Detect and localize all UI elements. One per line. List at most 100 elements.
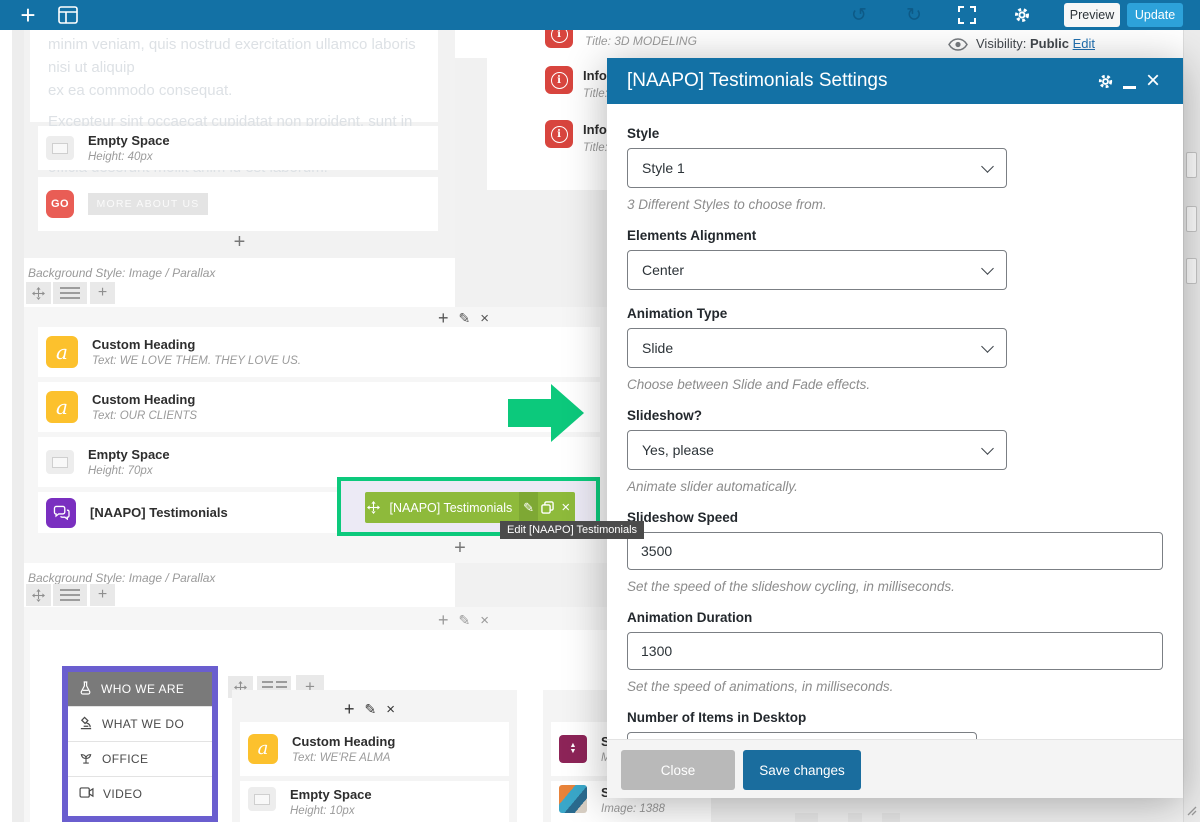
drag-move-icon[interactable]: [365, 492, 382, 523]
delete-icon[interactable]: ×: [556, 492, 575, 523]
field-animation-duration: Animation Duration Set the speed of anim…: [627, 610, 1163, 694]
chevron-down-icon: [981, 442, 994, 455]
slideshow-select[interactable]: Yes, please: [627, 430, 1007, 470]
element-empty-space[interactable]: Empty Space Height: 10px: [240, 781, 509, 822]
empty-space-icon: [46, 136, 74, 160]
right-strip-box: [1186, 206, 1197, 232]
info-box-label: Info: [583, 122, 607, 137]
animation-duration-input[interactable]: [627, 632, 1163, 670]
save-changes-button[interactable]: Save changes: [743, 750, 861, 790]
preview-button[interactable]: Preview: [1064, 3, 1120, 27]
row-layout-icon[interactable]: [53, 584, 87, 606]
chevron-down-icon: [981, 340, 994, 353]
add-element-topbar-icon[interactable]: +: [14, 0, 42, 30]
row-add-icon[interactable]: +: [90, 584, 115, 606]
edit-pencil-icon[interactable]: ✎: [519, 492, 538, 523]
chevron-down-icon: [981, 262, 994, 275]
modal-body: Style Style 1 3 Different Styles to choo…: [607, 104, 1183, 770]
right-strip-box: [1186, 152, 1197, 178]
eye-icon: [948, 38, 968, 56]
element-custom-heading[interactable]: a Custom Heading Text: WE LOVE THEM. THE…: [38, 327, 600, 377]
text-block-element[interactable]: minim veniam, quis nostrud exercitation …: [30, 30, 438, 122]
alignment-select[interactable]: Center: [627, 250, 1007, 290]
info-box-sub: Title:: [583, 88, 608, 100]
testimonials-title: [NAAPO] Testimonials: [90, 505, 228, 520]
row-layout-icon[interactable]: [53, 282, 87, 304]
add-element-icon[interactable]: +: [24, 231, 455, 254]
info-box-icon: i: [545, 66, 573, 94]
microscope-icon: [79, 716, 93, 733]
add-element-icon[interactable]: +: [430, 537, 490, 560]
templates-icon[interactable]: [54, 0, 82, 30]
row-drag-icon[interactable]: [26, 282, 51, 304]
add-icon[interactable]: +: [438, 610, 449, 631]
lorem-line: ex ea commodo consequat.: [48, 79, 438, 102]
green-arrow-shaft: [508, 399, 552, 427]
testimonials-settings-modal: [NAAPO] Testimonials Settings × Style St…: [607, 58, 1183, 798]
info-box-icon: i: [545, 120, 573, 148]
style-select[interactable]: Style 1: [627, 148, 1007, 188]
close-icon[interactable]: ×: [386, 701, 395, 718]
row-drag-icon[interactable]: [26, 584, 51, 606]
field-elements-alignment: Elements Alignment Center: [627, 228, 1163, 290]
info-box-title-hint: Title: 3D MODELING: [585, 34, 697, 48]
row-add-icon[interactable]: +: [90, 282, 115, 304]
sort-icon: ▲▼: [559, 735, 587, 763]
column-bottom-fragment: [848, 813, 862, 822]
modal-title: [NAAPO] Testimonials Settings: [627, 70, 1093, 92]
toolbar-element-label: [NAAPO] Testimonials: [390, 501, 513, 515]
update-button[interactable]: Update: [1127, 3, 1183, 27]
undo-icon[interactable]: ↺: [845, 0, 873, 30]
close-icon[interactable]: ×: [1141, 66, 1165, 96]
fullscreen-icon[interactable]: [953, 0, 981, 30]
close-icon[interactable]: ×: [480, 310, 489, 327]
visibility-row: Visibility: Public Edit: [976, 36, 1095, 51]
chevron-down-icon: [981, 160, 994, 173]
pencil-icon[interactable]: ✎: [459, 310, 471, 327]
column-controls: + ✎ ×: [438, 610, 489, 631]
add-icon[interactable]: +: [344, 699, 355, 720]
right-strip-box: [1186, 258, 1197, 284]
element-toolbar: [NAAPO] Testimonials ✎ ×: [365, 492, 575, 523]
nav-item-office[interactable]: OFFICE: [68, 741, 212, 776]
minimize-icon[interactable]: [1117, 66, 1141, 96]
green-arrow-head: [551, 384, 584, 442]
column-controls: + ✎ ×: [344, 699, 395, 720]
nav-item-who-we-are[interactable]: WHO WE ARE: [68, 672, 212, 706]
column-bottom-fragment: [795, 813, 818, 822]
plant-icon: [79, 751, 93, 767]
left-edge-strip: [12, 30, 24, 822]
animation-type-select[interactable]: Slide: [627, 328, 1007, 368]
modal-footer: Close Save changes: [607, 739, 1183, 798]
testimonials-chat-icon: [46, 498, 76, 528]
gear-icon[interactable]: [1008, 0, 1036, 30]
empty-space-icon: [248, 787, 276, 811]
more-about-us-button[interactable]: MORE ABOUT US: [88, 193, 208, 215]
pencil-icon[interactable]: ✎: [365, 701, 377, 718]
field-style: Style Style 1 3 Different Styles to choo…: [627, 126, 1163, 212]
go-button-icon: GO: [46, 190, 74, 218]
nav-item-video[interactable]: VIDEO: [68, 776, 212, 811]
redo-icon[interactable]: ↻: [900, 0, 928, 30]
element-custom-heading[interactable]: a Custom Heading Text: WE'RE ALMA: [240, 722, 509, 776]
row-bg-style-label: Background Style: Image / Parallax: [28, 571, 215, 585]
custom-heading-icon: a: [46, 391, 78, 423]
visibility-label: Visibility:: [976, 36, 1026, 51]
element-empty-space[interactable]: Empty Space Height: 40px: [38, 126, 438, 170]
visibility-edit-link[interactable]: Edit: [1073, 36, 1095, 51]
slideshow-speed-input[interactable]: [627, 532, 1163, 570]
element-button-preview[interactable]: GO MORE ABOUT US: [38, 177, 438, 231]
pencil-icon[interactable]: ✎: [459, 612, 471, 629]
gear-icon[interactable]: [1093, 66, 1117, 96]
close-icon[interactable]: ×: [480, 612, 489, 629]
custom-heading-icon: a: [46, 336, 78, 368]
add-icon[interactable]: +: [438, 308, 449, 329]
nav-item-what-we-do[interactable]: WHAT WE DO: [68, 706, 212, 741]
column-controls: + ✎ ×: [438, 308, 489, 329]
info-box-sub: Title:: [583, 142, 608, 154]
close-button[interactable]: Close: [621, 750, 735, 790]
resize-handle-icon[interactable]: [1185, 803, 1197, 815]
clone-icon[interactable]: [538, 492, 557, 523]
image-thumbnail: [559, 785, 587, 813]
video-icon: [79, 787, 94, 801]
